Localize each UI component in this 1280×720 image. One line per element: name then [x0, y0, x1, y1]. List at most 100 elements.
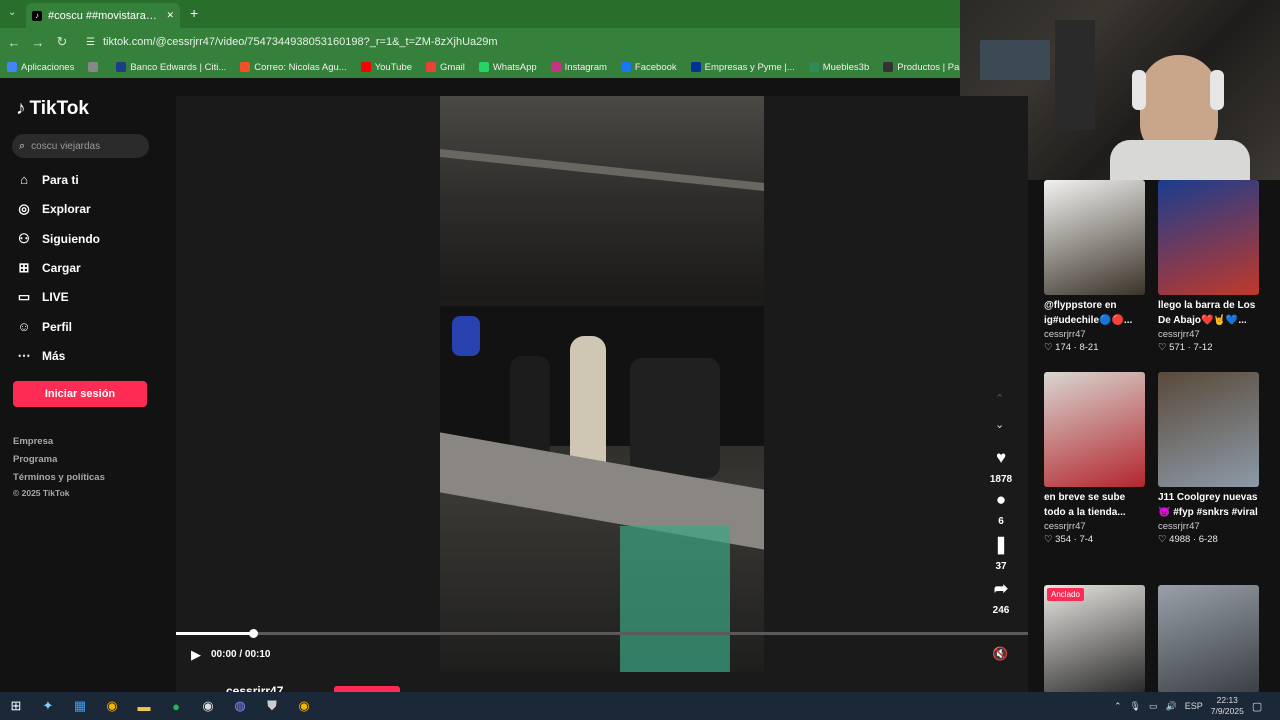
footer-link[interactable]: Programa — [13, 454, 57, 465]
video-progress-bar[interactable] — [176, 632, 1028, 635]
share-action[interactable]: ➦ 246 — [984, 579, 1018, 616]
bookmark-item[interactable]: Aplicaciones — [0, 62, 81, 73]
search-icon: ⌕ — [19, 139, 26, 152]
nav-item-siguiendo[interactable]: ⚇ Siguiendo — [16, 231, 100, 247]
video-blue-light — [452, 316, 480, 356]
bookmark-item[interactable] — [81, 62, 109, 72]
footer-link[interactable]: Empresa — [13, 436, 53, 447]
video-card[interactable]: Anclado — [1044, 585, 1145, 693]
volume-icon[interactable]: 🔊 — [1166, 701, 1177, 712]
obs-icon[interactable]: ◉ — [192, 692, 224, 720]
new-tab-button[interactable]: + — [190, 5, 198, 21]
video-thumbnail[interactable] — [1158, 180, 1259, 295]
video-card-title[interactable]: llego la barra de Los De Abajo❤️🤘💙... — [1158, 298, 1259, 328]
tab-close-icon[interactable]: ✕ — [166, 10, 174, 21]
network-icon[interactable]: ▭ — [1149, 701, 1158, 712]
tiktok-logo[interactable]: ♪ TikTok — [16, 98, 89, 120]
nav-item-explorar[interactable]: ◎ Explorar — [16, 201, 90, 217]
video-thumbnail[interactable] — [1044, 372, 1145, 487]
bookmark-item[interactable]: Banco Edwards | Citi... — [109, 62, 233, 73]
video-progress-handle[interactable] — [248, 629, 258, 638]
next-video-icon[interactable]: ⌄ — [995, 418, 1004, 431]
bookmark-item[interactable]: Facebook — [614, 62, 684, 73]
nav-item-live[interactable]: ▭ LIVE — [16, 289, 69, 305]
video-card[interactable]: llego la barra de Los De Abajo❤️🤘💙... ces… — [1158, 180, 1259, 353]
mic-icon[interactable]: 🎙 — [1130, 701, 1141, 712]
nav-item-label: Perfil — [42, 319, 73, 334]
video-thumbnail[interactable] — [1044, 180, 1145, 295]
tab-search-icon[interactable]: ⌄ — [8, 7, 16, 18]
video-card[interactable] — [1158, 585, 1259, 693]
nav-item-perfil[interactable]: ☺ Perfil — [16, 319, 72, 334]
video-card-date: 7-12 — [1193, 342, 1213, 353]
bookmark-item[interactable]: WhatsApp — [472, 62, 544, 73]
video-card[interactable]: J11 Coolgrey nuevas 😈 #fyp #snkrs #viral… — [1158, 372, 1259, 545]
chrome-alt-icon[interactable]: ◉ — [288, 692, 320, 720]
spotify-icon[interactable]: ● — [160, 692, 192, 720]
site-info-icon[interactable]: ☰ — [86, 37, 95, 48]
video-card-likes: 571 — [1169, 342, 1186, 353]
clock[interactable]: 22:13 7/9/2025 — [1211, 695, 1244, 717]
system-tray: ⌃ 🎙 ▭ 🔊 ESP 22:13 7/9/2025 ▢ — [1114, 692, 1262, 720]
bookmark-label: Facebook — [634, 61, 677, 73]
search-input[interactable]: ⌕ coscu viejardas — [12, 134, 149, 158]
tray-chevron-icon[interactable]: ⌃ — [1114, 701, 1122, 712]
video-card[interactable]: @flyppstore en ig#udechile🔵🔴... cessrjrr4… — [1044, 180, 1145, 353]
bookmark-item[interactable]: Empresas y Pyme |... — [684, 62, 802, 73]
share-icon: ➦ — [993, 579, 1009, 598]
play-icon[interactable]: ▶ — [191, 647, 201, 663]
bookmark-item[interactable]: Instagram — [544, 62, 614, 73]
bookmark-item[interactable]: YouTube — [354, 62, 419, 73]
bookmark-label: Productos | Panel d... — [897, 61, 960, 73]
video-card-author[interactable]: cessrjrr47 — [1158, 521, 1259, 532]
back-icon[interactable]: ← — [2, 35, 26, 50]
copilot-icon[interactable]: ✦ — [32, 692, 64, 720]
shield-app-icon[interactable]: ⛊ — [256, 692, 288, 720]
language-indicator[interactable]: ESP — [1185, 701, 1203, 711]
files-icon[interactable]: ▬ — [128, 692, 160, 720]
reload-icon[interactable]: ↻ — [50, 34, 74, 50]
bookmark-item[interactable]: Gmail — [419, 62, 472, 73]
video-thumbnail[interactable] — [1158, 372, 1259, 487]
comment-action[interactable]: ● 6 — [984, 490, 1018, 527]
video-frame[interactable] — [440, 96, 764, 672]
video-thumbnail[interactable] — [1158, 585, 1259, 693]
browser-tab[interactable]: ♪ #coscu ##movistararena #dulc ✕ — [26, 3, 180, 28]
chrome-icon[interactable]: ◉ — [96, 692, 128, 720]
discord-icon[interactable]: ◍ — [224, 692, 256, 720]
nav-item-cargar[interactable]: ⊞ Cargar — [16, 260, 81, 276]
webcam-chair — [1055, 20, 1095, 130]
video-card-title[interactable]: en breve se sube todo a la tienda... — [1044, 490, 1145, 520]
footer-link[interactable]: Términos y políticas — [13, 472, 105, 483]
bookmark-item[interactable]: Productos | Panel d... — [876, 62, 960, 73]
video-progress-fill — [176, 632, 253, 635]
heart-outline-icon: ♡ — [1158, 534, 1170, 545]
video-card-title[interactable]: J11 Coolgrey nuevas 😈 #fyp #snkrs #viral — [1158, 490, 1259, 520]
save-action[interactable]: ❚ 37 — [984, 535, 1018, 572]
video-thumbnail[interactable]: Anclado — [1044, 585, 1145, 693]
bookmark-favicon-icon — [883, 62, 894, 72]
login-button[interactable]: Iniciar sesión — [13, 381, 147, 407]
like-action[interactable]: ♥ 1878 — [984, 448, 1018, 485]
bookmark-favicon-icon — [620, 62, 631, 72]
tiktok-note-icon: ♪ — [16, 98, 26, 119]
video-card-author[interactable]: cessrjrr47 — [1158, 329, 1259, 340]
video-card[interactable]: en breve se sube todo a la tienda... cess… — [1044, 372, 1145, 545]
nav-item-más[interactable]: ⋯ Más — [16, 348, 66, 364]
url-field[interactable]: ☰ tiktok.com/@cessrjrr47/video/754734493… — [80, 32, 960, 52]
video-card-author[interactable]: cessrjrr47 — [1044, 329, 1145, 340]
heart-outline-icon: ♡ — [1158, 342, 1170, 353]
video-card-author[interactable]: cessrjrr47 — [1044, 521, 1145, 532]
forward-icon[interactable]: → — [26, 35, 50, 50]
mute-icon[interactable]: 🔇 — [992, 646, 1008, 662]
bookmark-item[interactable]: Muebles3b — [802, 62, 876, 73]
notifications-icon[interactable]: ▢ — [1252, 700, 1262, 713]
store-icon[interactable]: ▦ — [64, 692, 96, 720]
bookmark-favicon-icon — [116, 62, 127, 72]
bookmark-item[interactable]: Correo: Nicolas Agu... — [233, 62, 353, 73]
windows-taskbar: ⊞ ✦ ▦ ◉ ▬ ● ◉ ◍ ⛊ ◉ — [0, 692, 1280, 720]
previous-video-icon[interactable]: ⌃ — [995, 392, 1004, 405]
video-card-title[interactable]: @flyppstore en ig#udechile🔵🔴... — [1044, 298, 1145, 328]
nav-item-para-ti[interactable]: ⌂ Para ti — [16, 172, 79, 187]
windows-start-icon[interactable]: ⊞ — [0, 692, 32, 720]
